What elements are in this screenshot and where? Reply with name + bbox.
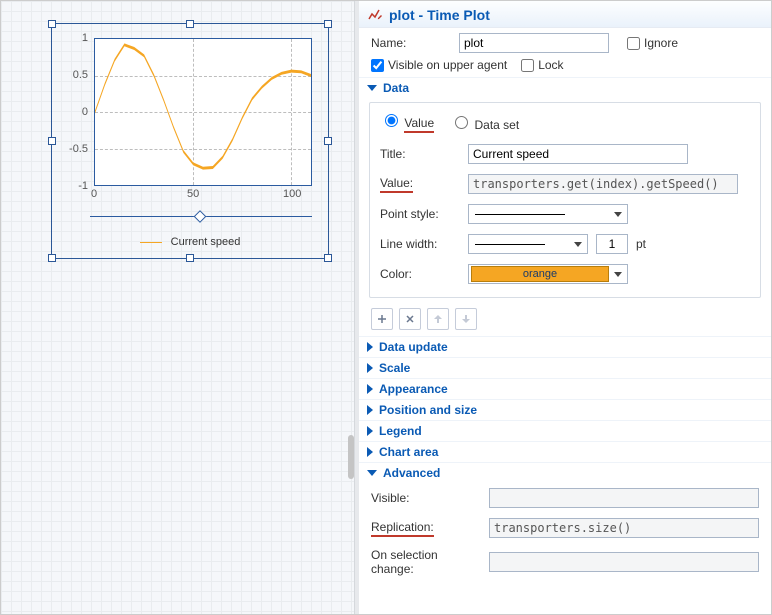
adv-visible-input[interactable] — [489, 488, 759, 508]
properties-header: plot - Time Plot — [359, 1, 771, 28]
adv-replication-label: Replication: — [371, 520, 481, 537]
add-series-button[interactable] — [371, 308, 393, 330]
legend-label: Current speed — [171, 236, 241, 248]
time-slider[interactable] — [60, 212, 320, 222]
plot-selection[interactable]: 1 0.5 0 -0.5 -1 — [51, 23, 329, 259]
chevron-down-icon — [367, 85, 377, 91]
header-object-type: Time Plot — [427, 7, 490, 23]
chevron-right-icon — [367, 426, 373, 436]
resize-handle[interactable] — [48, 20, 56, 28]
adv-onselchange-input[interactable] — [489, 552, 759, 572]
visible-upper-checkbox-wrap[interactable]: Visible on upper agent — [371, 58, 507, 72]
resize-handle[interactable] — [186, 254, 194, 262]
chevron-down-icon — [367, 470, 377, 476]
adv-visible-label: Visible: — [371, 491, 481, 505]
resize-handle[interactable] — [324, 20, 332, 28]
arrow-down-icon — [461, 314, 471, 324]
value-expression-input[interactable] — [468, 174, 738, 194]
resize-handle[interactable] — [48, 137, 56, 145]
section-legend[interactable]: Legend — [359, 420, 771, 441]
ignore-checkbox-wrap[interactable]: Ignore — [627, 36, 678, 50]
remove-series-button[interactable] — [399, 308, 421, 330]
adv-onselchange-label: On selection change: — [371, 548, 481, 576]
resize-handle[interactable] — [324, 137, 332, 145]
lock-checkbox-wrap[interactable]: Lock — [521, 58, 563, 72]
section-appearance[interactable]: Appearance — [359, 378, 771, 399]
section-data[interactable]: Data — [359, 77, 771, 98]
ignore-checkbox[interactable] — [627, 37, 640, 50]
line-width-label: Line width: — [380, 237, 460, 251]
move-up-button[interactable] — [427, 308, 449, 330]
y-axis-ticks: 1 0.5 0 -0.5 -1 — [60, 38, 90, 186]
color-label: Color: — [380, 267, 460, 281]
name-input[interactable] — [459, 33, 609, 53]
series-title-input[interactable] — [468, 144, 688, 164]
resize-handle[interactable] — [48, 254, 56, 262]
radio-value[interactable]: Value — [380, 111, 434, 133]
name-label: Name: — [371, 36, 451, 50]
chart-area — [94, 38, 312, 186]
resize-handle[interactable] — [324, 254, 332, 262]
chart-line-edit-icon — [367, 7, 383, 23]
adv-replication-input[interactable] — [489, 518, 759, 538]
section-scale[interactable]: Scale — [359, 357, 771, 378]
move-down-button[interactable] — [455, 308, 477, 330]
color-combo[interactable]: orange — [468, 264, 628, 284]
section-position-size[interactable]: Position and size — [359, 399, 771, 420]
x-axis-ticks: 0 50 100 — [94, 188, 312, 202]
section-advanced[interactable]: Advanced — [359, 462, 771, 483]
chevron-right-icon — [367, 384, 373, 394]
value-label: Value: — [380, 176, 460, 193]
section-chart-area[interactable]: Chart area — [359, 441, 771, 462]
design-canvas[interactable]: 1 0.5 0 -0.5 -1 — [1, 1, 355, 614]
header-object-name: plot — [389, 7, 415, 23]
point-style-combo[interactable] — [468, 204, 628, 224]
radio-dataset[interactable]: Data set — [450, 113, 519, 132]
color-chip: orange — [471, 266, 609, 282]
legend-swatch-icon — [140, 242, 162, 243]
visible-upper-checkbox[interactable] — [371, 59, 384, 72]
arrow-up-icon — [433, 314, 443, 324]
plus-icon — [376, 313, 388, 325]
plot-preview: 1 0.5 0 -0.5 -1 — [60, 32, 320, 208]
point-style-label: Point style: — [380, 207, 460, 221]
chart-legend: Current speed — [52, 236, 328, 248]
line-width-unit: pt — [636, 237, 646, 251]
resize-handle[interactable] — [186, 20, 194, 28]
lock-checkbox[interactable] — [521, 59, 534, 72]
chart-series-line — [95, 39, 311, 185]
chevron-right-icon — [367, 363, 373, 373]
line-width-input[interactable] — [596, 234, 628, 254]
chevron-right-icon — [367, 342, 373, 352]
chevron-right-icon — [367, 447, 373, 457]
canvas-scrollbar[interactable] — [348, 435, 354, 479]
title-label: Title: — [380, 147, 460, 161]
properties-panel: plot - Time Plot Name: Ignore Visible on… — [359, 1, 771, 614]
section-data-update[interactable]: Data update — [359, 336, 771, 357]
chevron-right-icon — [367, 405, 373, 415]
cross-icon — [405, 314, 415, 324]
data-series-card: Value Data set Title: Value: — [369, 102, 761, 298]
line-width-style-combo[interactable] — [468, 234, 588, 254]
